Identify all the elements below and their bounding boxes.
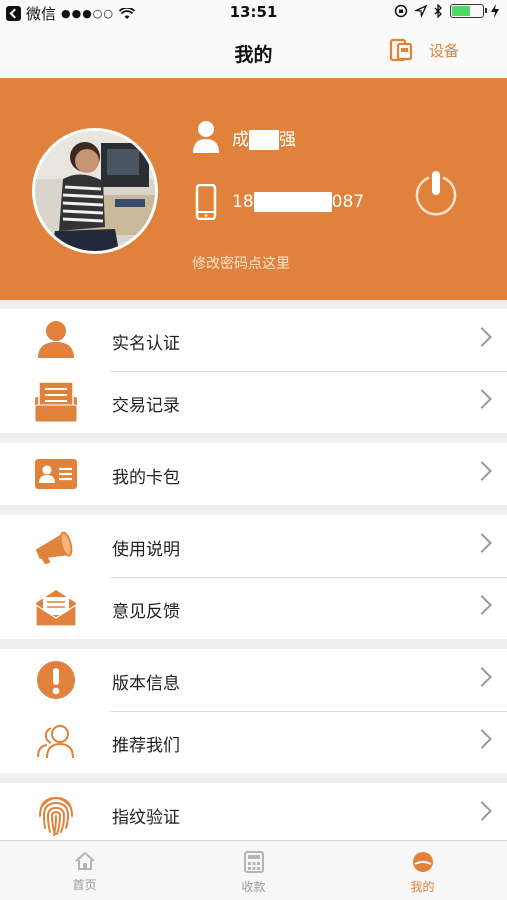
info-exclamation-icon bbox=[37, 661, 75, 699]
calculator-icon bbox=[243, 851, 264, 873]
menu-group-account: 实名认证 交易记录 bbox=[0, 309, 507, 433]
chevron-right-icon bbox=[472, 327, 492, 347]
location-icon bbox=[415, 5, 427, 17]
menu-item-version[interactable]: 版本信息 bbox=[0, 649, 507, 711]
menu-item-recommend[interactable]: 推荐我们 bbox=[0, 711, 507, 773]
change-password-link[interactable]: 修改密码点这里 bbox=[192, 253, 290, 273]
person-icon bbox=[38, 321, 74, 358]
menu-label: 我的卡包 bbox=[112, 468, 180, 488]
phone-prefix: 18 bbox=[232, 192, 254, 212]
profile-phone: 18 087 bbox=[232, 192, 364, 212]
charging-icon bbox=[491, 4, 499, 18]
user-icon bbox=[193, 121, 219, 153]
menu-item-card-wallet[interactable]: 我的卡包 bbox=[0, 443, 507, 505]
power-logout-icon[interactable] bbox=[412, 168, 460, 216]
tab-label: 首页 bbox=[72, 878, 97, 892]
menu-group-cards: 我的卡包 bbox=[0, 443, 507, 505]
status-right bbox=[394, 4, 499, 18]
avatar[interactable] bbox=[32, 128, 158, 254]
menu-group-help: 使用说明 意见反馈 bbox=[0, 515, 507, 639]
megaphone-icon bbox=[35, 531, 73, 565]
tab-home[interactable]: 首页 bbox=[0, 841, 169, 900]
profile-name-row: 成强 bbox=[192, 120, 296, 154]
id-card-icon bbox=[35, 459, 77, 489]
chevron-right-icon bbox=[472, 667, 492, 687]
bluetooth-icon bbox=[434, 4, 442, 18]
menu-item-transactions[interactable]: 交易记录 bbox=[0, 371, 507, 433]
tab-bar: 首页 收款 我的 bbox=[0, 840, 507, 900]
device-button[interactable]: 设备 bbox=[389, 38, 459, 62]
profile-phone-row: 18 087 bbox=[192, 184, 364, 220]
menu-label: 交易记录 bbox=[112, 396, 180, 416]
battery-icon bbox=[450, 4, 487, 18]
orientation-lock-icon bbox=[394, 4, 408, 18]
chevron-right-icon bbox=[472, 389, 492, 409]
menu-label: 实名认证 bbox=[112, 334, 180, 354]
fingerprint-icon bbox=[39, 796, 73, 836]
menu-item-real-name[interactable]: 实名认证 bbox=[0, 309, 507, 371]
menu-item-feedback[interactable]: 意见反馈 bbox=[0, 577, 507, 639]
profile-header: 成强 18 087 修改密码点这里 bbox=[0, 78, 507, 300]
device-icon bbox=[389, 38, 413, 62]
menu-label: 使用说明 bbox=[112, 540, 180, 560]
chevron-right-icon bbox=[472, 533, 492, 553]
menu-label: 指纹验证 bbox=[112, 808, 180, 828]
name-prefix: 成 bbox=[232, 129, 249, 150]
menu-label: 意见反馈 bbox=[112, 602, 180, 622]
chevron-right-icon bbox=[472, 461, 492, 481]
nav-bar: 我的 设备 bbox=[0, 26, 507, 78]
phone-suffix: 087 bbox=[331, 192, 365, 212]
profile-name: 成强 bbox=[232, 125, 296, 150]
tab-label: 我的 bbox=[410, 880, 435, 894]
menu-group-security: 指纹验证 bbox=[0, 783, 507, 840]
avatar-photo bbox=[35, 131, 155, 251]
menu-label: 推荐我们 bbox=[112, 736, 180, 756]
name-suffix: 强 bbox=[279, 129, 296, 150]
tab-collect[interactable]: 收款 bbox=[169, 841, 338, 900]
chevron-right-icon bbox=[472, 595, 492, 615]
tab-label: 收款 bbox=[241, 880, 266, 894]
name-redaction bbox=[249, 129, 279, 150]
chevron-right-icon bbox=[472, 729, 492, 749]
people-icon bbox=[37, 725, 74, 759]
menu-item-fingerprint[interactable]: 指纹验证 bbox=[0, 783, 507, 840]
menu-group-about: 版本信息 推荐我们 bbox=[0, 649, 507, 773]
phone-redaction bbox=[253, 192, 332, 212]
device-label: 设备 bbox=[428, 41, 459, 60]
profile-tab-icon bbox=[412, 852, 433, 872]
status-bar: 微信 ●●●○○ 13:51 bbox=[0, 0, 507, 26]
menu-label: 版本信息 bbox=[112, 674, 180, 694]
home-icon bbox=[74, 851, 95, 870]
screen: 微信 ●●●○○ 13:51 我的 设备 成 强 18 087 修改密码点这里 … bbox=[0, 0, 507, 900]
records-box-icon bbox=[34, 381, 78, 423]
phone-icon bbox=[195, 184, 217, 220]
envelope-icon bbox=[35, 590, 77, 627]
chevron-right-icon bbox=[472, 801, 492, 821]
tab-mine[interactable]: 我的 bbox=[338, 841, 507, 900]
menu-item-instructions[interactable]: 使用说明 bbox=[0, 515, 507, 577]
